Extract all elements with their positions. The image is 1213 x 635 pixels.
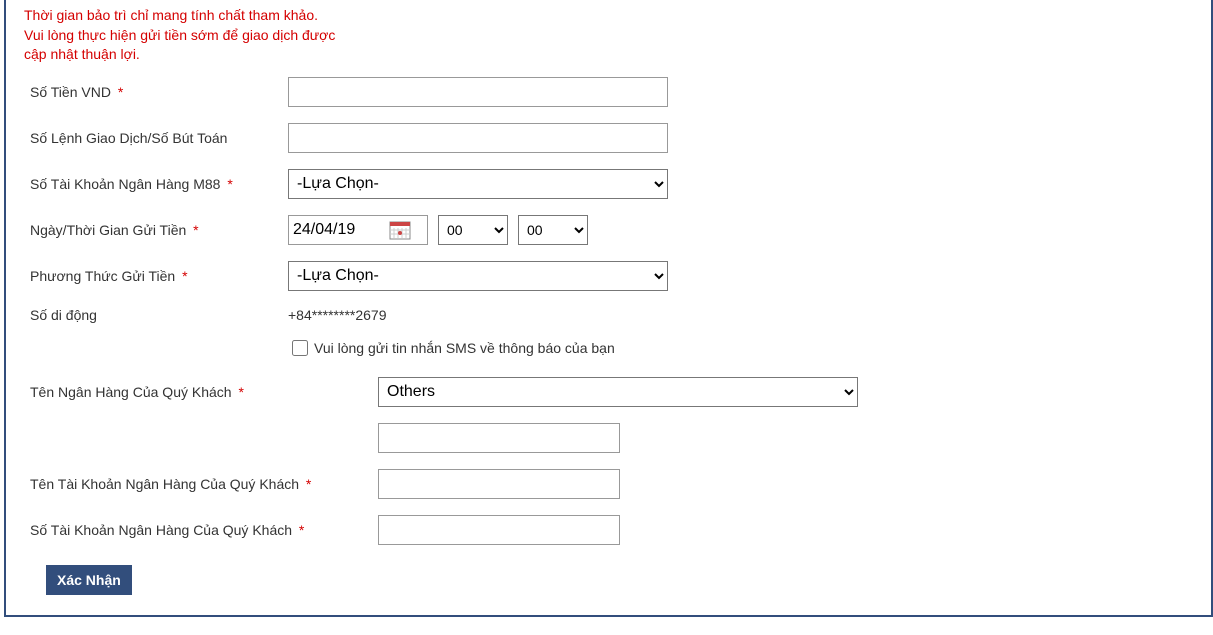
required-mark: * <box>299 522 304 538</box>
label-mobile-text: Số di động <box>30 307 97 323</box>
txn-ref-input[interactable] <box>288 123 668 153</box>
notice-line-2: Vui lòng thực hiện gửi tiền sớm để giao … <box>24 27 335 43</box>
label-amount: Số Tiền VND * <box>30 84 288 100</box>
row-cust-bank-name: Tên Ngân Hàng Của Quý Khách * Others <box>30 369 1211 415</box>
label-deposit-method: Phương Thức Gửi Tiền * <box>30 268 288 284</box>
sms-checkbox[interactable] <box>292 340 308 356</box>
minute-select[interactable]: 00 <box>518 215 588 245</box>
row-m88-account: Số Tài Khoản Ngân Hàng M88 * -Lựa Chọn- <box>30 161 1211 207</box>
row-mobile: Số di động +84********2679 <box>30 299 1211 331</box>
required-mark: * <box>227 176 232 192</box>
label-m88-account: Số Tài Khoản Ngân Hàng M88 * <box>30 176 288 192</box>
cust-bank-select[interactable]: Others <box>378 377 858 407</box>
deposit-form: Số Tiền VND * Số Lệnh Giao Dịch/Số Bút T… <box>6 65 1211 595</box>
notice-line-3: cập nhật thuận lợi. <box>24 46 140 62</box>
required-mark: * <box>238 384 243 400</box>
label-amount-text: Số Tiền VND <box>30 84 111 100</box>
submit-button[interactable]: Xác Nhận <box>46 565 132 595</box>
required-mark: * <box>306 476 311 492</box>
label-cust-account-name-text: Tên Tài Khoản Ngân Hàng Của Quý Khách <box>30 476 299 492</box>
maintenance-notice: Thời gian bảo trì chỉ mang tính chất tha… <box>6 0 406 65</box>
calendar-icon[interactable] <box>389 219 411 241</box>
label-cust-account-no: Số Tài Khoản Ngân Hàng Của Quý Khách * <box>30 522 378 538</box>
row-cust-bank-other <box>30 415 1211 461</box>
date-input[interactable] <box>289 217 389 243</box>
sms-checkbox-label: Vui lòng gửi tin nhắn SMS về thông báo c… <box>314 340 615 356</box>
hour-select[interactable]: 00 <box>438 215 508 245</box>
m88-account-select[interactable]: -Lựa Chọn- <box>288 169 668 199</box>
label-cust-bank-name-text: Tên Ngân Hàng Của Quý Khách <box>30 384 232 400</box>
required-mark: * <box>118 84 123 100</box>
cust-account-name-input[interactable] <box>378 469 620 499</box>
required-mark: * <box>193 222 198 238</box>
label-cust-bank-name: Tên Ngân Hàng Của Quý Khách * <box>30 384 378 400</box>
label-m88-account-text: Số Tài Khoản Ngân Hàng M88 <box>30 176 220 192</box>
row-deposit-method: Phương Thức Gửi Tiền * -Lựa Chọn- <box>30 253 1211 299</box>
mobile-value: +84********2679 <box>288 307 386 323</box>
row-deposit-datetime: Ngày/Thời Gian Gửi Tiền * <box>30 207 1211 253</box>
form-container: Thời gian bảo trì chỉ mang tính chất tha… <box>4 0 1213 617</box>
label-deposit-method-text: Phương Thức Gửi Tiền <box>30 268 175 284</box>
label-cust-account-name: Tên Tài Khoản Ngân Hàng Của Quý Khách * <box>30 476 378 492</box>
row-cust-account-no: Số Tài Khoản Ngân Hàng Của Quý Khách * <box>30 507 1211 553</box>
label-cust-account-no-text: Số Tài Khoản Ngân Hàng Của Quý Khách <box>30 522 292 538</box>
required-mark: * <box>182 268 187 284</box>
label-deposit-datetime: Ngày/Thời Gian Gửi Tiền * <box>30 222 288 238</box>
label-txn-ref: Số Lệnh Giao Dịch/Số Bút Toán <box>30 130 288 146</box>
row-amount: Số Tiền VND * <box>30 69 1211 115</box>
date-input-wrap <box>288 215 428 245</box>
row-cust-account-name: Tên Tài Khoản Ngân Hàng Của Quý Khách * <box>30 461 1211 507</box>
cust-bank-other-input[interactable] <box>378 423 620 453</box>
row-txn-ref: Số Lệnh Giao Dịch/Số Bút Toán <box>30 115 1211 161</box>
cust-account-no-input[interactable] <box>378 515 620 545</box>
label-mobile: Số di động <box>30 307 288 323</box>
amount-input[interactable] <box>288 77 668 107</box>
label-deposit-datetime-text: Ngày/Thời Gian Gửi Tiền <box>30 222 186 238</box>
deposit-method-select[interactable]: -Lựa Chọn- <box>288 261 668 291</box>
label-txn-ref-text: Số Lệnh Giao Dịch/Số Bút Toán <box>30 130 227 146</box>
notice-line-1: Thời gian bảo trì chỉ mang tính chất tha… <box>24 7 318 23</box>
row-sms-checkbox: Vui lòng gửi tin nhắn SMS về thông báo c… <box>288 331 1211 369</box>
